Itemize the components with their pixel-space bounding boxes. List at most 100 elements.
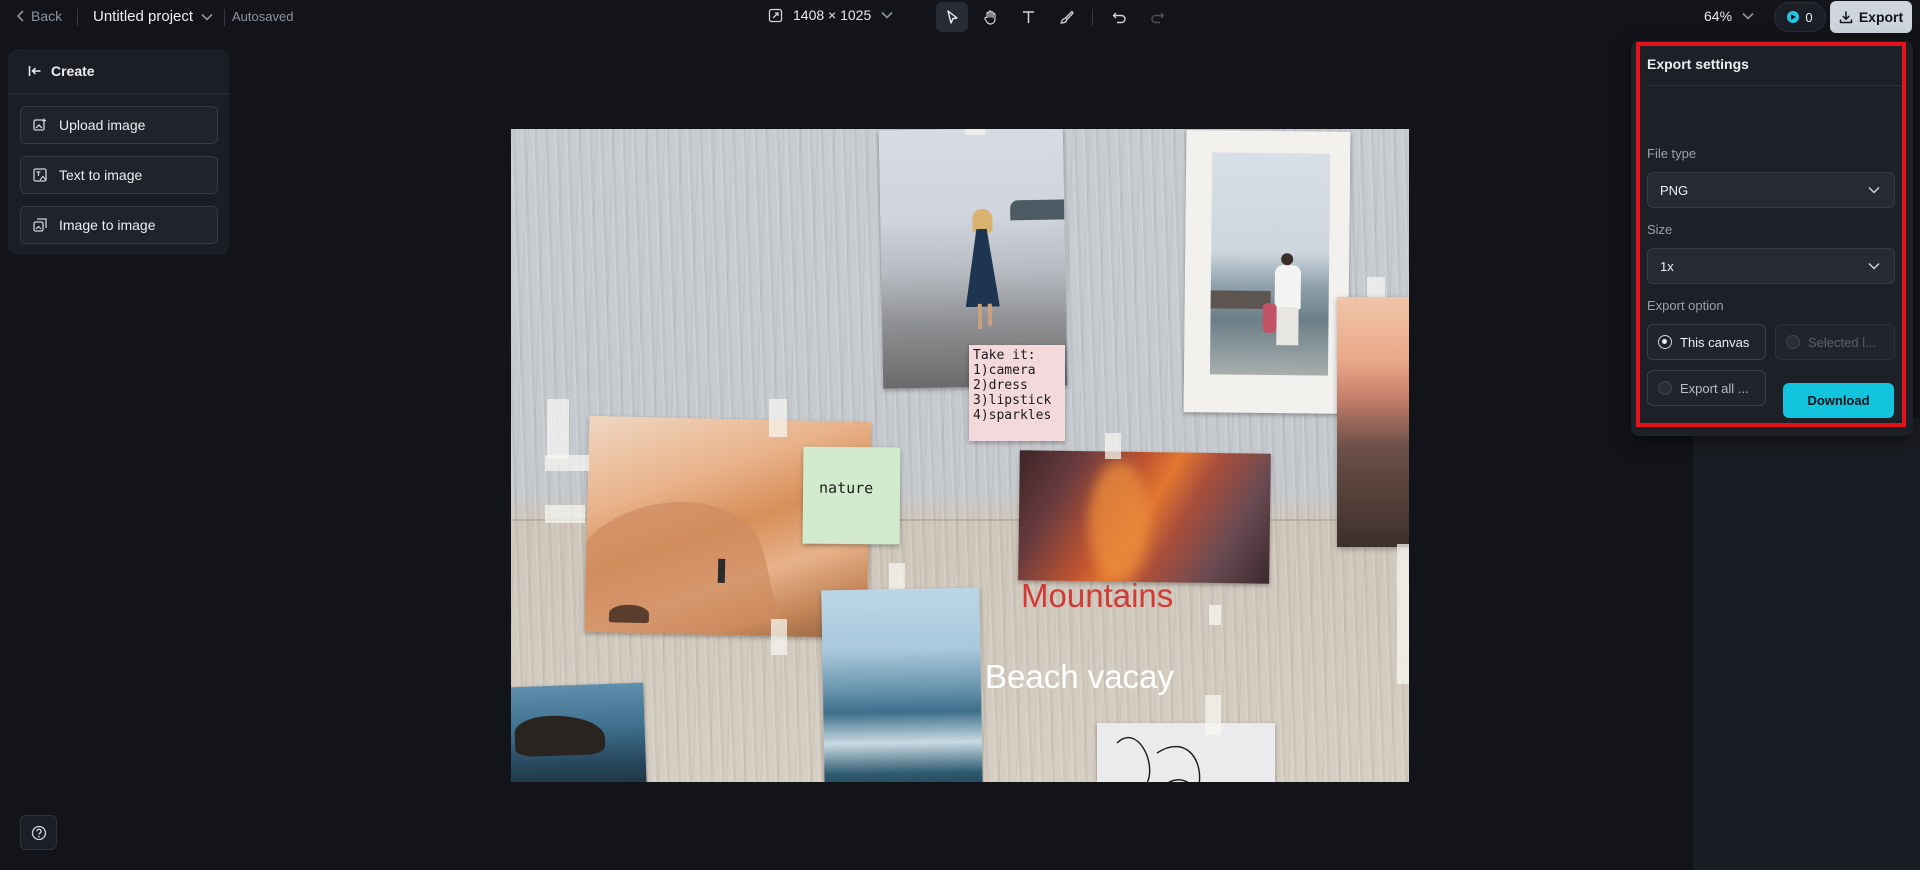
photo-canyon[interactable] (1018, 450, 1271, 584)
chevron-down-icon (1742, 12, 1754, 20)
export-option-label: Export option (1647, 298, 1724, 313)
create-panel-header[interactable]: Create (8, 49, 229, 94)
download-icon (1839, 11, 1853, 24)
tape (1209, 605, 1221, 625)
text-to-image-button[interactable]: Text to image (20, 156, 218, 194)
photo-frame-father-child[interactable] (1183, 130, 1351, 414)
label-beach-vacay[interactable]: Beach vacay (985, 658, 1174, 696)
option-this-canvas-label: This canvas (1680, 334, 1750, 350)
autosave-status: Autosaved (232, 9, 294, 24)
toolbar (936, 2, 1173, 32)
brush-icon (1059, 10, 1074, 24)
upload-image-label: Upload image (59, 117, 146, 133)
packing-note-text: Take it: 1)camera 2)dress 3)lipstick 4)s… (973, 348, 1052, 423)
hand-icon (983, 9, 996, 25)
tape (771, 619, 787, 655)
tape (1205, 695, 1221, 735)
divider (77, 9, 78, 26)
chevron-down-icon (201, 13, 213, 21)
tape (547, 399, 569, 459)
chevron-left-icon (16, 10, 24, 22)
option-selected-layers: Selected l... (1775, 324, 1895, 360)
export-button[interactable]: Export (1830, 1, 1912, 33)
option-export-all[interactable]: Export all ... (1647, 370, 1766, 406)
file-type-select[interactable]: PNG (1647, 172, 1895, 208)
credits-icon (1787, 11, 1800, 23)
moodboard-canvas[interactable]: Take it: 1)camera 2)dress 3)lipstick 4)s… (511, 129, 1409, 782)
option-this-canvas[interactable]: This canvas (1647, 324, 1766, 360)
tape (965, 129, 985, 135)
radio-selected-icon (1658, 335, 1672, 349)
divider (224, 9, 225, 26)
tape (1397, 544, 1409, 684)
photo-waves[interactable] (821, 587, 983, 782)
project-name-menu[interactable]: Untitled project (93, 8, 213, 25)
chevron-down-icon (1868, 186, 1880, 194)
divider (1647, 85, 1901, 86)
file-type-label: File type (1647, 146, 1697, 161)
divider (1092, 8, 1093, 26)
back-button[interactable]: Back (16, 8, 62, 24)
sketch-lines (1116, 736, 1201, 782)
zoom-menu[interactable]: 64% (1704, 8, 1754, 24)
size-select[interactable]: 1x (1647, 248, 1895, 284)
resize-icon (768, 8, 783, 22)
undo-icon (1112, 12, 1126, 23)
text-tool[interactable] (1012, 2, 1044, 32)
export-settings-popover: Export settings File type PNG Size 1x Ex… (1631, 41, 1913, 436)
export-label: Export (1858, 9, 1904, 25)
back-label: Back (31, 8, 63, 24)
size-label: Size (1647, 222, 1673, 237)
text-icon (1022, 10, 1034, 23)
project-name: Untitled project (93, 8, 194, 25)
image-to-image-icon (33, 218, 47, 232)
sticky-note-text: nature (818, 478, 874, 498)
select-icon (946, 9, 958, 24)
sticky-note-nature[interactable]: nature (802, 446, 901, 545)
label-mountains[interactable]: Mountains (1021, 577, 1173, 615)
properties-panel (1693, 418, 1920, 870)
image-to-image-label: Image to image (59, 217, 156, 233)
zoom-level: 64% (1704, 8, 1733, 24)
text-to-image-icon (33, 168, 47, 182)
photo-line-sketch[interactable] (1097, 723, 1275, 782)
create-panel: Create Upload image Text to image Image … (8, 49, 229, 255)
export-settings-title: Export settings (1647, 56, 1749, 72)
photo-sunset[interactable] (1337, 297, 1409, 547)
photo-rocky-shore[interactable] (511, 682, 647, 782)
canvas-size: 1408 × 1025 (793, 7, 872, 23)
redo-icon (1150, 12, 1164, 23)
chevron-down-icon (881, 11, 893, 19)
collapse-left-icon (28, 66, 41, 76)
select-tool[interactable] (936, 2, 968, 32)
tape (1105, 433, 1121, 459)
file-type-value: PNG (1660, 182, 1689, 198)
download-label: Download (1807, 393, 1870, 408)
chevron-down-icon (1868, 262, 1880, 270)
help-icon (31, 825, 46, 840)
text-to-image-label: Text to image (59, 167, 143, 183)
redo-button[interactable] (1141, 2, 1173, 32)
credits-badge[interactable]: 0 (1774, 2, 1826, 32)
upload-image-icon (33, 118, 46, 131)
tape (545, 505, 585, 523)
option-selected-label: Selected l... (1808, 334, 1876, 350)
option-export-all-label: Export all ... (1680, 380, 1749, 396)
radio-unselected-icon (1658, 381, 1672, 395)
canvas-size-menu[interactable]: 1408 × 1025 (768, 7, 893, 23)
create-panel-title: Create (51, 63, 95, 79)
undo-button[interactable] (1103, 2, 1135, 32)
upload-image-button[interactable]: Upload image (20, 106, 218, 144)
size-value: 1x (1660, 258, 1674, 274)
download-button[interactable]: Download (1783, 383, 1894, 418)
image-to-image-button[interactable]: Image to image (20, 206, 218, 244)
radio-disabled-icon (1786, 335, 1800, 349)
help-button[interactable] (20, 815, 57, 850)
brush-tool[interactable] (1050, 2, 1082, 32)
packing-note[interactable]: Take it: 1)camera 2)dress 3)lipstick 4)s… (969, 345, 1065, 441)
hand-tool[interactable] (974, 2, 1006, 32)
top-bar: Back Untitled project Autosaved 1408 × 1… (0, 0, 1920, 34)
credits-count: 0 (1805, 9, 1813, 25)
tape (545, 455, 589, 471)
tape (769, 399, 787, 437)
